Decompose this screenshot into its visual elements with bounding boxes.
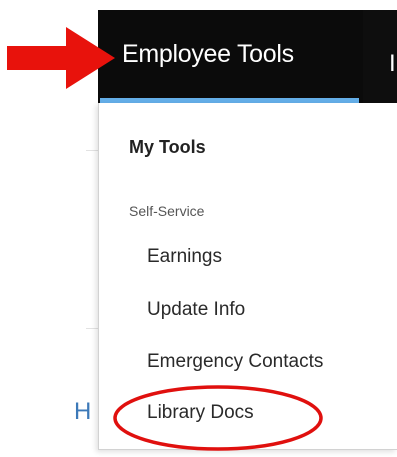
nav-tab-next-partial[interactable]: I	[389, 51, 397, 77]
top-navigation-bar: Employee Tools I	[98, 10, 397, 103]
menu-item-library-docs[interactable]: Library Docs	[147, 402, 254, 424]
menu-item-update-info[interactable]: Update Info	[147, 299, 245, 321]
background-link-fragment[interactable]: H	[74, 398, 96, 426]
menu-item-earnings[interactable]: Earnings	[147, 246, 222, 268]
employee-tools-dropdown: My Tools Self-Service Earnings Update In…	[98, 103, 397, 450]
menu-item-emergency-contacts[interactable]: Emergency Contacts	[147, 351, 323, 373]
nav-tab-label: Employee Tools	[122, 40, 294, 68]
screenshot-stage: H Employee Tools I My Tools Self-Service…	[0, 0, 397, 457]
arrow-shape	[7, 27, 115, 89]
menu-section-label: Self-Service	[129, 203, 205, 219]
red-arrow-annotation	[7, 27, 115, 89]
nav-tab-employee-tools[interactable]: Employee Tools	[98, 10, 363, 103]
menu-heading[interactable]: My Tools	[129, 137, 206, 158]
